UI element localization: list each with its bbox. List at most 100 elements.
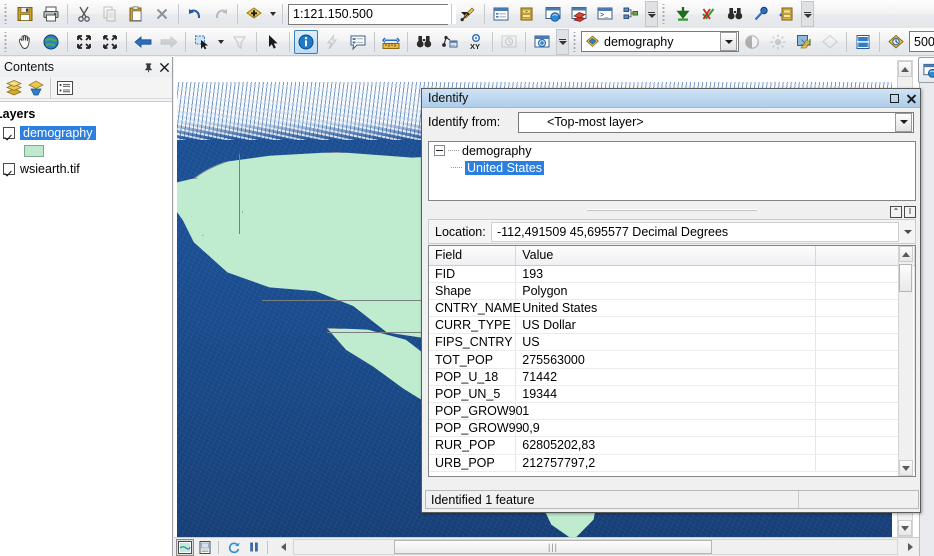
save-button[interactable] — [13, 2, 37, 26]
toolbar-overflow-button[interactable] — [645, 1, 658, 27]
map-scale-combo[interactable] — [288, 3, 456, 25]
scroll-up-button[interactable] — [898, 61, 912, 77]
identify-button[interactable] — [294, 29, 318, 54]
close-icon[interactable] — [903, 91, 920, 106]
measure-button[interactable] — [379, 30, 403, 54]
identify-attributes-table[interactable]: Field Value FID 193 Shape Polygon CNTRY_NAME… — [428, 245, 916, 477]
delete-button[interactable] — [150, 2, 174, 26]
flicker-button[interactable] — [851, 30, 875, 54]
table-of-contents-button[interactable] — [489, 2, 513, 26]
copy-button[interactable] — [98, 2, 122, 26]
create-viewer-window-button[interactable] — [530, 30, 554, 54]
pan-button[interactable] — [13, 30, 37, 54]
table-row[interactable]: FID 193 — [429, 265, 915, 283]
table-row[interactable]: CNTRY_NAME United States — [429, 299, 915, 318]
html-popup-button[interactable] — [346, 30, 370, 54]
python-window-button[interactable]: >_ — [593, 2, 617, 26]
toc-layer-demography[interactable]: demography — [0, 124, 172, 142]
georeferencing-download-button[interactable] — [671, 2, 695, 26]
catalog-dock-tab[interactable] — [918, 57, 934, 83]
tree-node-feature[interactable]: United States — [429, 159, 915, 176]
scroll-down-button[interactable] — [899, 460, 913, 476]
layout-view-button[interactable] — [196, 539, 214, 556]
collapse-panel-button[interactable]: ⌃ — [890, 206, 902, 218]
hyperlink-button[interactable] — [320, 30, 344, 54]
view-link-table-button[interactable] — [723, 2, 747, 26]
search-window-button[interactable] — [541, 2, 565, 26]
drawing-order-icon[interactable] — [3, 78, 25, 98]
table-row[interactable]: RUR_POP 62805202,83 — [429, 436, 915, 455]
refresh-view-button[interactable] — [225, 539, 243, 556]
toolbar-grip[interactable] — [3, 31, 10, 52]
table-row[interactable]: POP_UN_5 19344 — [429, 385, 915, 404]
add-data-button[interactable] — [242, 2, 266, 26]
tree-node-layer[interactable]: demography — [429, 142, 915, 159]
table-row[interactable]: TOT_POP 275563000 — [429, 350, 915, 369]
flicker-interval-spinner[interactable]: 500 — [909, 31, 934, 52]
scroll-thumb[interactable] — [899, 264, 912, 292]
editor-toolbar-button[interactable] — [456, 2, 480, 26]
effects-layer-dropdown-arrow[interactable] — [720, 32, 737, 51]
attributes-table-scrollbar[interactable] — [898, 246, 913, 476]
paste-button[interactable] — [124, 2, 148, 26]
scroll-up-button[interactable] — [899, 246, 913, 262]
undo-button[interactable] — [183, 2, 207, 26]
table-of-contents-tree[interactable]: Layers demography wsiearth.tif — [0, 101, 172, 556]
location-dropdown-arrow[interactable] — [901, 222, 915, 242]
catalog-button[interactable] — [515, 2, 539, 26]
layer-visibility-checkbox[interactable] — [3, 163, 15, 175]
list-by-selection-icon[interactable] — [54, 78, 76, 98]
column-header-field[interactable]: Field — [429, 246, 517, 266]
arctoolbox-button[interactable] — [567, 2, 591, 26]
add-data-dropdown[interactable] — [267, 2, 279, 26]
close-icon[interactable] — [156, 59, 172, 75]
location-value[interactable]: -112,491509 45,695577 Decimal Degrees — [491, 221, 899, 242]
transparency-button[interactable] — [792, 30, 816, 54]
contrast-button[interactable] — [740, 30, 764, 54]
identify-dialog[interactable]: Identify Identify from: <Top-most layer>… — [421, 88, 921, 513]
select-elements-button[interactable] — [261, 30, 285, 54]
select-features-button[interactable] — [190, 30, 214, 54]
magnifier-button[interactable] — [749, 2, 773, 26]
identify-splitter[interactable] — [428, 205, 916, 215]
pause-drawing-button[interactable] — [245, 539, 263, 556]
print-button[interactable] — [39, 2, 63, 26]
table-row[interactable]: Shape Polygon — [429, 282, 915, 300]
identify-from-combo[interactable]: <Top-most layer> — [518, 111, 914, 133]
find-button[interactable] — [412, 30, 436, 54]
map-horizontal-scrollbar[interactable]: ||| — [293, 539, 898, 555]
zoom-out-fixed-button[interactable] — [98, 30, 122, 54]
data-view-button[interactable] — [176, 538, 194, 556]
toolbar-grip[interactable] — [3, 4, 10, 24]
scroll-down-button[interactable] — [898, 520, 912, 536]
go-next-extent-button[interactable] — [157, 30, 181, 54]
layer-visibility-checkbox[interactable] — [3, 127, 15, 139]
scroll-right-button[interactable] — [901, 539, 919, 556]
select-features-dropdown[interactable] — [215, 30, 227, 54]
toolbar-overflow-button-2[interactable] — [801, 1, 814, 27]
brightness-button[interactable] — [766, 30, 790, 54]
horizontal-scroll-thumb[interactable]: ||| — [394, 540, 712, 554]
column-header-value[interactable]: Value — [515, 246, 816, 266]
map-scale-input[interactable] — [289, 4, 456, 24]
find-route-button[interactable] — [438, 30, 462, 54]
maximize-icon[interactable] — [886, 91, 903, 106]
expander-minus-icon[interactable] — [434, 145, 445, 156]
toolbar-overflow-button-3[interactable] — [556, 28, 569, 55]
table-row[interactable]: FIPS_CNTRY US — [429, 333, 915, 352]
table-row[interactable]: POP_GROW90 1 — [429, 402, 915, 421]
flicker-speed-button[interactable] — [884, 30, 908, 54]
table-row[interactable]: CURR_TYPE US Dollar — [429, 316, 915, 335]
effects-toolbar-grip[interactable] — [572, 31, 579, 52]
clear-selection-button[interactable] — [228, 30, 252, 54]
model-builder-button[interactable] — [619, 2, 643, 26]
table-row[interactable]: POP_GROW99 0,9 — [429, 419, 915, 438]
full-extent-button[interactable] — [39, 30, 63, 54]
identify-dialog-titlebar[interactable]: Identify — [422, 89, 920, 108]
zoom-in-fixed-button[interactable] — [72, 30, 96, 54]
identify-results-tree[interactable]: demography United States — [428, 141, 916, 201]
list-by-source-icon[interactable] — [25, 78, 47, 98]
time-slider-button[interactable] — [497, 30, 521, 54]
effects-layer-selector[interactable]: demography — [581, 31, 739, 52]
cut-button[interactable] — [72, 2, 96, 26]
